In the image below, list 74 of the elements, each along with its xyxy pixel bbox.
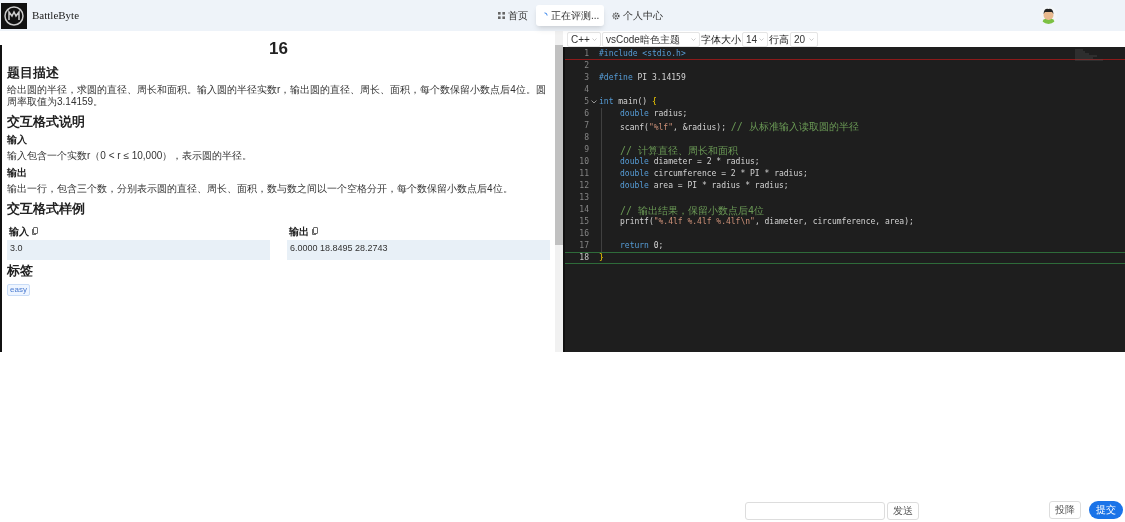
sample-output: 6.0000 18.8495 28.2743 <box>287 240 550 260</box>
section-heading: 交互格式样例 <box>7 201 86 216</box>
brand-name: BattleByte <box>32 8 80 24</box>
copy-icon[interactable] <box>32 227 38 235</box>
code-line: printf("%.4lf %.4lf %.4lf\n", diameter, circumference, area); <box>620 216 914 228</box>
chevron-icon <box>592 37 597 41</box>
section-heading: 标签 <box>7 263 34 278</box>
chevron-icon <box>759 37 764 41</box>
code-line: #include <stdio.h> <box>599 47 686 60</box>
line-number: 18 <box>578 252 589 264</box>
code-editor[interactable] <box>563 47 1125 352</box>
section-heading: 交互格式说明 <box>7 114 86 129</box>
paragraph: 输入包含一个实数r（0 < r ≤ 10,000），表示圆的半径。 <box>7 150 254 162</box>
dropdown[interactable]: 14 <box>742 31 768 47</box>
sample-label: 输入 <box>9 224 29 239</box>
code-line: } <box>599 252 604 264</box>
subheading: 输出 <box>7 167 28 179</box>
line-number: 8 <box>583 132 589 144</box>
sample-output: 3.0 <box>7 240 270 260</box>
code-line: #define PI 3.14159 <box>599 72 686 84</box>
minimap <box>1075 49 1105 61</box>
dropdown[interactable]: vsCode暗色主题 <box>602 31 700 47</box>
line-number: 11 <box>578 168 589 180</box>
code-line: // 输出结果，保留小数点后4位 <box>620 203 765 217</box>
toolbar-label: 字体大小 <box>701 32 741 47</box>
settings-icon <box>612 11 621 20</box>
scrollbar[interactable] <box>555 31 563 352</box>
chevron-icon <box>809 37 814 41</box>
code-line: double diameter = 2 * radius; <box>620 156 760 168</box>
line-number: 4 <box>583 84 589 96</box>
line-number: 10 <box>578 156 589 168</box>
sample-label: 输出 <box>289 224 309 239</box>
code-line: double radius; <box>620 108 688 120</box>
line-number: 5 <box>583 96 589 108</box>
paragraph: 给出圆的半径，求圆的直径、周长和面积。输入圆的半径实数r，输出圆的直径、周长、面积，每个数保留小数点后4位。圆周率取值为3.14159。 <box>7 84 547 108</box>
line-number: 12 <box>578 180 589 192</box>
subheading: 输入 <box>7 134 28 146</box>
dropdown[interactable]: C++ <box>567 31 601 47</box>
dropdown[interactable]: 20 <box>790 31 818 47</box>
logo-icon <box>1 2 27 29</box>
avatar[interactable] <box>1040 6 1057 24</box>
grid-icon <box>498 12 505 19</box>
line-number: 7 <box>583 120 589 132</box>
line-number: 6 <box>583 108 589 120</box>
status-popup[interactable]: 正在评测... <box>536 5 605 26</box>
line-number: 9 <box>583 144 589 156</box>
paragraph: 输出一行，包含三个数，分别表示圆的直径、周长、面积，数与数之间以一个空格分开，每个数保留小数点后4位。 <box>7 183 514 195</box>
toolbar-label: 行高 <box>769 32 789 47</box>
nav-link[interactable]: 首页 <box>498 5 528 26</box>
section-heading: 题目描述 <box>7 65 60 80</box>
problem-title: 16 <box>268 39 289 59</box>
code-line: int main() { <box>599 96 657 108</box>
code-line: return 0; <box>620 240 664 252</box>
code-line: // 计算直径、周长和面积 <box>620 143 739 157</box>
line-number: 3 <box>583 72 589 84</box>
submit-button[interactable]: 提交 <box>1089 501 1123 519</box>
surrender-button[interactable]: 投降 <box>1049 501 1081 519</box>
chevron-icon[interactable] <box>591 100 597 104</box>
send-button[interactable]: 发送 <box>887 502 919 520</box>
line-number: 1 <box>583 47 589 60</box>
code-line: scanf("%lf", &radius); // 从标准输入读取圆的半径 <box>620 119 859 134</box>
nav-link[interactable]: 个人中心 <box>612 5 664 26</box>
line-number: 15 <box>578 216 589 228</box>
line-number: 2 <box>583 60 589 72</box>
line-number: 16 <box>578 228 589 240</box>
message-input[interactable] <box>745 502 885 520</box>
code-line: double area = PI * radius * radius; <box>620 180 789 192</box>
code-line: double circumference = 2 * PI * radius; <box>620 168 808 180</box>
line-number: 17 <box>578 240 589 252</box>
chevron-icon <box>691 37 696 41</box>
line-number: 14 <box>578 204 589 216</box>
line-number: 13 <box>578 192 589 204</box>
copy-icon[interactable] <box>312 227 318 235</box>
tag[interactable]: easy <box>7 284 30 296</box>
